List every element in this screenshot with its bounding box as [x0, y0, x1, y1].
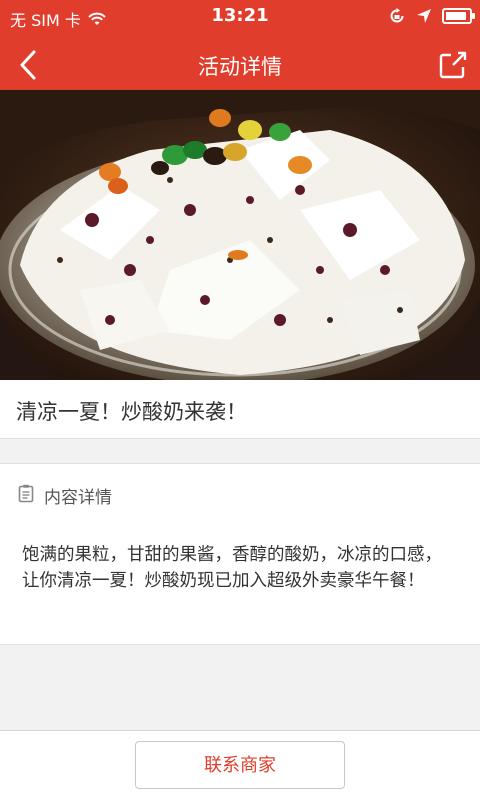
share-icon	[439, 51, 467, 79]
status-bar: 无 SIM 卡 13:21	[0, 0, 480, 40]
footer-bar: 联系商家	[0, 730, 480, 801]
details-section-header: 内容详情	[0, 463, 480, 523]
contact-merchant-button[interactable]: 联系商家	[135, 741, 345, 789]
hero-image	[0, 90, 480, 380]
status-icons	[388, 7, 475, 25]
orientation-lock-icon	[390, 8, 404, 23]
battery-fill	[446, 12, 466, 20]
event-headline: 清凉一夏！炒酸奶来袭！	[16, 400, 247, 424]
nav-bar: 活动详情	[0, 40, 480, 90]
page-title: 活动详情	[198, 55, 282, 79]
details-section-title: 内容详情	[44, 488, 112, 508]
details-body: 饱满的果粒，甘甜的果酱，香醇的酸奶，冰凉的口感，让你清凉一夏！炒酸奶现已加入超级…	[22, 545, 442, 591]
battery-icon	[442, 8, 475, 24]
share-button[interactable]	[434, 46, 472, 84]
details-content: 饱满的果粒，甘甜的果酱，香醇的酸奶，冰凉的口感，让你清凉一夏！炒酸奶现已加入超级…	[0, 522, 480, 645]
location-arrow-icon	[417, 9, 431, 23]
document-icon	[18, 484, 34, 503]
fried-yogurt-photo	[0, 90, 480, 380]
headline-card: 清凉一夏！炒酸奶来袭！	[0, 380, 480, 439]
